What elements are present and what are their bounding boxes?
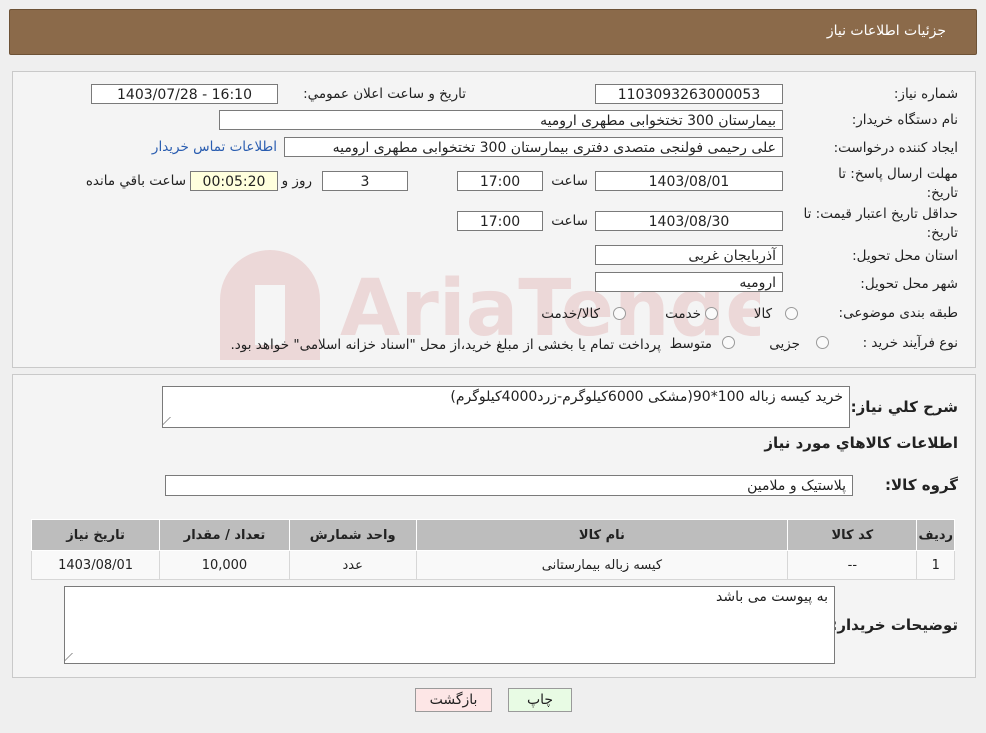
goods-table: رديف کد کالا نام کالا واحد شمارش تعداد /… [30, 519, 955, 580]
col-qty-header: تعداد / مقدار [159, 519, 290, 551]
category-goods-service-label: کالا/خدمت [541, 306, 600, 322]
category-label: طبقه بندی موضوعی: [838, 305, 958, 321]
need-description-label: شرح کلي نياز: [850, 398, 958, 416]
price-valid-date-field: 1403/08/30 [595, 211, 783, 231]
col-row-header: رديف [916, 519, 955, 551]
days-field: 3 [322, 171, 408, 191]
page-title: جزئیات اطلاعات نیاز [826, 23, 946, 39]
requester-field: علی رحیمی فولنجی متصدی دفتری بیمارستان 3… [284, 137, 783, 157]
process-minor-radio[interactable] [816, 336, 829, 349]
goods-group-field: پلاستیک و ملامین [165, 475, 853, 496]
goods-info-title: اطلاعات کالاهاي مورد نياز [764, 434, 958, 452]
category-goods-label: کالا [753, 306, 772, 322]
price-valid-time-label: ساعت [551, 213, 588, 229]
buyer-org-label: نام دستگاه خريدار: [851, 112, 958, 128]
resize-grip-icon[interactable] [64, 653, 81, 661]
cell-qty: 10,000 [159, 550, 290, 580]
city-label: شهر محل تحويل: [860, 276, 958, 292]
remaining-label: ساعت باقي مانده [85, 173, 186, 189]
table-row: 1 -- کیسه زباله بیمارستانی عدد 10,000 14… [30, 550, 955, 580]
requester-label: ايجاد کننده درخواست: [833, 140, 958, 156]
page-header: جزئیات اطلاعات نیاز [9, 9, 977, 55]
buyer-notes-field[interactable]: به پیوست می باشد [64, 586, 835, 664]
process-minor-label: جزیی [769, 336, 800, 352]
city-field: ارومیه [595, 272, 783, 292]
cell-unit: عدد [288, 550, 417, 580]
col-name-header: نام کالا [415, 519, 789, 551]
print-button[interactable]: چاپ [508, 688, 572, 712]
col-date-header: تاريخ نياز [30, 519, 161, 551]
buyer-notes-label: توضيحات خريدار: [831, 616, 958, 634]
goods-group-label: گروه کالا: [885, 476, 958, 494]
process-medium-label: متوسط [669, 336, 712, 352]
deadline-label: مهلت ارسال پاسخ: تا تاریخ: [838, 166, 958, 201]
cell-name: کیسه زباله بیمارستانی [415, 550, 789, 580]
process-label: نوع فرآيند خريد : [862, 335, 958, 351]
cell-date: 1403/08/01 [30, 550, 161, 580]
price-valid-time-field: 17:00 [457, 211, 543, 231]
process-medium-radio[interactable] [722, 336, 735, 349]
deadline-time-label: ساعت [551, 173, 588, 189]
cell-row: 1 [916, 550, 955, 580]
col-code-header: کد کالا [787, 519, 918, 551]
table-header-row: رديف کد کالا نام کالا واحد شمارش تعداد /… [30, 519, 955, 551]
contact-info-link[interactable]: اطلاعات تماس خريدار [152, 139, 277, 155]
category-service-label: خدمت [665, 306, 701, 322]
province-field: آذربايجان غربی [595, 245, 783, 265]
back-button[interactable]: بازگشت [415, 688, 492, 712]
need-number-label: شماره نیاز: [893, 86, 958, 102]
announce-field: 1403/07/28 - 16:10 [91, 84, 278, 104]
category-service-radio[interactable] [705, 307, 718, 320]
price-valid-label: حداقل تاريخ اعتبار قيمت: تا تاريخ: [803, 206, 958, 241]
category-goods-service-radio[interactable] [613, 307, 626, 320]
days-label: روز و [281, 173, 312, 189]
category-goods-radio[interactable] [785, 307, 798, 320]
announce-label: تاریخ و ساعت اعلان عمومي: [303, 86, 466, 102]
process-note: پرداخت تمام یا بخشی از مبلغ خرید،از محل … [230, 337, 661, 353]
buyer-org-field: بیمارستان 300 تختخوابی مطهری ارومیه [219, 110, 783, 130]
col-unit-header: واحد شمارش [288, 519, 417, 551]
deadline-date-field: 1403/08/01 [595, 171, 783, 191]
need-number-field: 1103093263000053 [595, 84, 783, 104]
remaining-time-field: 00:05:20 [190, 171, 278, 191]
cell-code: -- [787, 550, 918, 580]
need-description-field[interactable]: خرید کیسه زباله 100*90(مشکی 6000کیلوگرم-… [162, 386, 850, 428]
resize-grip-icon[interactable] [162, 417, 179, 425]
deadline-time-field: 17:00 [457, 171, 543, 191]
need-description-text: خرید کیسه زباله 100*90(مشکی 6000کیلوگرم-… [450, 389, 843, 405]
province-label: استان محل تحويل: [852, 248, 958, 264]
buyer-notes-text: به پیوست می باشد [716, 589, 828, 605]
